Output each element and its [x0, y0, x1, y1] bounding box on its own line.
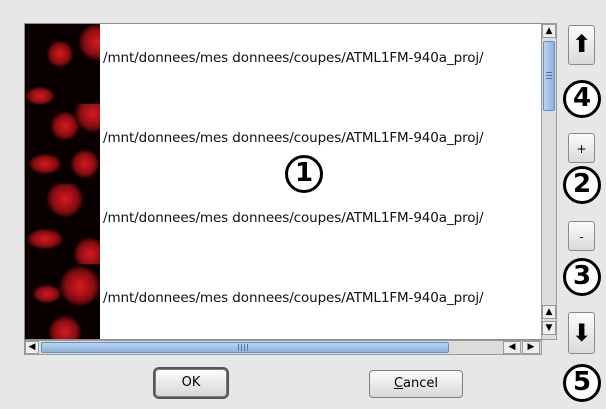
file-list[interactable]: /mnt/donnees/mes donnees/coupes/ATML1FM-…: [24, 23, 542, 340]
scroll-up-button-bottom[interactable]: ▲: [542, 305, 556, 319]
callout-3: 3: [563, 258, 601, 296]
ok-button-label: OK: [181, 375, 201, 390]
callout-2: 2: [563, 166, 601, 204]
vertical-scrollbar[interactable]: ▲ ▲ ▼: [541, 23, 557, 340]
minus-icon: -: [579, 230, 584, 244]
cancel-mnemonic: C: [393, 376, 404, 391]
move-down-button[interactable]: ⬇: [568, 312, 595, 354]
callout-4: 4: [563, 80, 601, 118]
scroll-up-button[interactable]: ▲: [542, 24, 556, 38]
scroll-left-button-right[interactable]: ◀: [503, 341, 521, 354]
arrow-down-icon: ⬇: [571, 319, 592, 347]
ok-button[interactable]: OK: [155, 369, 227, 397]
list-item[interactable]: /mnt/donnees/mes donnees/coupes/ATML1FM-…: [25, 184, 541, 264]
cancel-button[interactable]: Cancel: [369, 370, 463, 398]
arrow-up-icon: ▲: [545, 307, 553, 317]
vertical-scroll-thumb[interactable]: [543, 41, 555, 111]
thumbnail-image: [25, 24, 100, 104]
arrow-left-icon: ◀: [28, 342, 36, 352]
thumbnail-image: [25, 184, 100, 264]
horizontal-scrollbar[interactable]: ◀ ◀ ▶: [24, 340, 542, 355]
scroll-left-button[interactable]: ◀: [25, 341, 39, 354]
arrow-up-icon: ▲: [545, 26, 553, 36]
horizontal-scroll-thumb[interactable]: [41, 342, 449, 353]
list-item[interactable]: /mnt/donnees/mes donnees/coupes/ATML1FM-…: [25, 264, 541, 339]
plus-icon: +: [576, 142, 587, 156]
arrow-right-icon: ▶: [527, 342, 535, 352]
cancel-button-label: ancel: [403, 376, 439, 391]
file-path: /mnt/donnees/mes donnees/coupes/ATML1FM-…: [103, 290, 484, 306]
file-path: /mnt/donnees/mes donnees/coupes/ATML1FM-…: [103, 130, 484, 146]
list-item[interactable]: /mnt/donnees/mes donnees/coupes/ATML1FM-…: [25, 104, 541, 184]
thumbnail-image: [25, 104, 100, 184]
arrow-down-icon: ▼: [545, 323, 553, 333]
zoom-out-button[interactable]: -: [568, 221, 595, 251]
arrow-up-icon: ⬆: [571, 30, 592, 58]
thumbnail-image: [25, 264, 100, 339]
callout-5: 5: [563, 364, 601, 402]
arrow-left-icon: ◀: [508, 342, 516, 352]
file-path: /mnt/donnees/mes donnees/coupes/ATML1FM-…: [103, 50, 484, 66]
list-item[interactable]: /mnt/donnees/mes donnees/coupes/ATML1FM-…: [25, 24, 541, 104]
callout-1: 1: [285, 155, 323, 193]
zoom-in-button[interactable]: +: [568, 133, 595, 163]
scroll-down-button[interactable]: ▼: [542, 321, 556, 335]
file-path: /mnt/donnees/mes donnees/coupes/ATML1FM-…: [103, 210, 484, 226]
move-up-button[interactable]: ⬆: [568, 25, 595, 65]
scroll-right-button[interactable]: ▶: [522, 341, 540, 354]
